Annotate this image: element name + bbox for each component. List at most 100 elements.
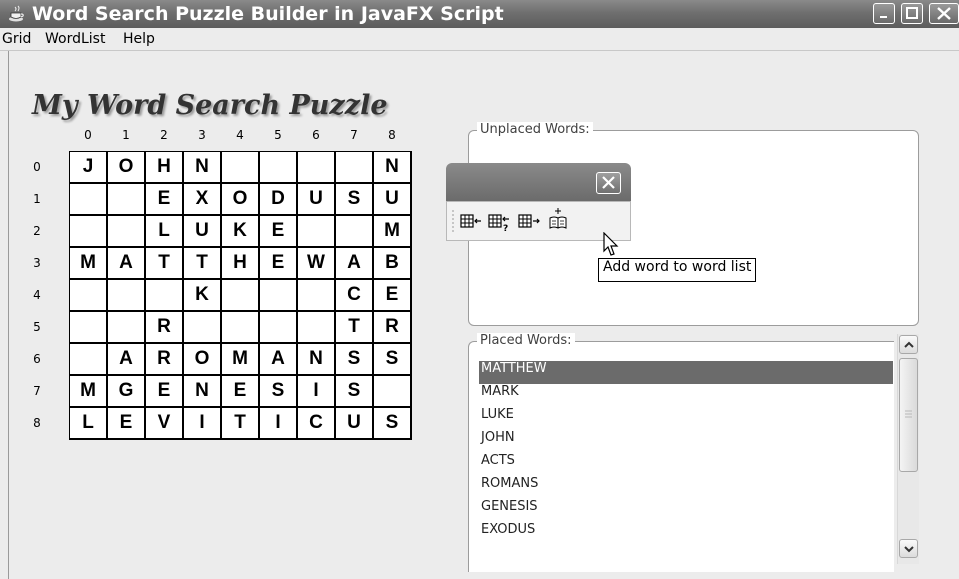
close-button[interactable] [929, 3, 959, 24]
grid-cell[interactable]: U [374, 184, 412, 216]
grid-cell[interactable]: L [70, 408, 108, 440]
grid-cell[interactable]: E [108, 408, 146, 440]
menu-wordlist[interactable]: WordList [45, 31, 105, 47]
grid-cell[interactable] [374, 376, 412, 408]
grid-cell[interactable] [298, 312, 336, 344]
grid-cell[interactable] [108, 312, 146, 344]
placed-words-list[interactable]: MATTHEW MARK LUKE JOHN ACTS ROMANS GENESIS EXOD… [479, 361, 893, 539]
grid-cell[interactable] [298, 152, 336, 184]
toolbar-title-bar[interactable] [446, 163, 631, 201]
grid-cell[interactable]: E [146, 184, 184, 216]
grid-cell[interactable]: I [298, 376, 336, 408]
grid-cell[interactable]: M [70, 248, 108, 280]
grid-cell[interactable]: T [222, 408, 260, 440]
grid-cell[interactable] [222, 280, 260, 312]
puzzle-grid[interactable]: JOHNNEXODUSULUKEMMATTHEWABKCERTRAROMANSS… [69, 151, 412, 440]
grid-cell[interactable]: E [260, 248, 298, 280]
grid-cell[interactable]: S [260, 376, 298, 408]
grid-cell[interactable] [70, 280, 108, 312]
grid-cell[interactable]: E [222, 376, 260, 408]
grid-cell[interactable] [184, 312, 222, 344]
grid-cell[interactable]: U [336, 408, 374, 440]
add-word-button[interactable] [547, 206, 571, 234]
grid-cell[interactable]: I [260, 408, 298, 440]
scroll-up-button[interactable] [899, 335, 918, 354]
grid-cell[interactable]: S [336, 344, 374, 376]
grid-cell[interactable]: V [146, 408, 184, 440]
grid-cell[interactable]: S [336, 376, 374, 408]
grid-cell[interactable] [70, 184, 108, 216]
grid-cell[interactable]: W [298, 248, 336, 280]
grid-cell[interactable]: U [298, 184, 336, 216]
grid-cell[interactable]: O [222, 184, 260, 216]
grid-cell[interactable]: S [336, 184, 374, 216]
grid-cell[interactable]: H [222, 248, 260, 280]
grid-cell[interactable]: T [336, 312, 374, 344]
grid-cell[interactable] [298, 216, 336, 248]
maximize-button[interactable] [901, 3, 923, 24]
grid-cell[interactable]: M [70, 376, 108, 408]
place-word-random-button[interactable]: ? [487, 212, 511, 234]
grid-cell[interactable]: O [184, 344, 222, 376]
grid-cell[interactable]: K [184, 280, 222, 312]
grid-cell[interactable] [108, 184, 146, 216]
list-item[interactable]: ACTS [479, 453, 893, 476]
grid-cell[interactable]: A [260, 344, 298, 376]
grid-cell[interactable]: X [184, 184, 222, 216]
placed-words-scrollbar[interactable] [897, 334, 919, 564]
scroll-thumb[interactable] [899, 358, 918, 472]
grid-cell[interactable]: U [184, 216, 222, 248]
grid-cell[interactable]: E [374, 280, 412, 312]
grid-cell[interactable]: J [70, 152, 108, 184]
minimize-button[interactable] [873, 3, 895, 24]
grid-cell[interactable]: E [146, 376, 184, 408]
grid-cell[interactable]: N [374, 152, 412, 184]
list-item[interactable]: EXODUS [479, 522, 893, 539]
menu-grid[interactable]: Grid [2, 31, 31, 47]
grid-cell[interactable]: C [336, 280, 374, 312]
toolbar-close-button[interactable] [596, 172, 621, 194]
grid-cell[interactable]: H [146, 152, 184, 184]
scroll-down-button[interactable] [899, 539, 918, 558]
grid-cell[interactable]: A [336, 248, 374, 280]
grid-cell[interactable]: L [146, 216, 184, 248]
grid-cell[interactable] [298, 280, 336, 312]
grid-cell[interactable]: E [260, 216, 298, 248]
grid-cell[interactable]: N [298, 344, 336, 376]
floating-toolbar[interactable]: ? [446, 163, 631, 241]
grid-cell[interactable]: A [108, 344, 146, 376]
grid-cell[interactable]: N [184, 152, 222, 184]
grid-cell[interactable] [260, 280, 298, 312]
list-item[interactable]: JOHN [479, 430, 893, 453]
grid-cell[interactable] [222, 152, 260, 184]
grid-cell[interactable]: A [108, 248, 146, 280]
grid-cell[interactable]: B [374, 248, 412, 280]
grid-cell[interactable] [336, 152, 374, 184]
grid-cell[interactable]: C [298, 408, 336, 440]
grid-cell[interactable]: R [146, 344, 184, 376]
grid-cell[interactable] [108, 216, 146, 248]
grid-cell[interactable] [260, 152, 298, 184]
unplace-word-button[interactable] [517, 212, 541, 232]
grid-cell[interactable]: R [374, 312, 412, 344]
grid-cell[interactable]: S [374, 344, 412, 376]
grid-cell[interactable] [260, 312, 298, 344]
grid-cell[interactable]: T [146, 248, 184, 280]
grid-cell[interactable] [70, 216, 108, 248]
grid-cell[interactable] [108, 280, 146, 312]
list-item[interactable]: ROMANS [479, 476, 893, 499]
grid-cell[interactable]: O [108, 152, 146, 184]
list-item[interactable]: MATTHEW [479, 361, 893, 384]
menu-help[interactable]: Help [123, 31, 155, 47]
grid-cell[interactable]: G [108, 376, 146, 408]
grid-cell[interactable]: M [374, 216, 412, 248]
grid-cell[interactable] [336, 216, 374, 248]
grid-cell[interactable] [70, 312, 108, 344]
grid-cell[interactable]: N [184, 376, 222, 408]
list-item[interactable]: MARK [479, 384, 893, 407]
grid-cell[interactable]: I [184, 408, 222, 440]
grid-cell[interactable] [70, 344, 108, 376]
grid-cell[interactable]: R [146, 312, 184, 344]
title-bar[interactable]: Word Search Puzzle Builder in JavaFX Scr… [0, 0, 959, 28]
grid-cell[interactable] [222, 312, 260, 344]
